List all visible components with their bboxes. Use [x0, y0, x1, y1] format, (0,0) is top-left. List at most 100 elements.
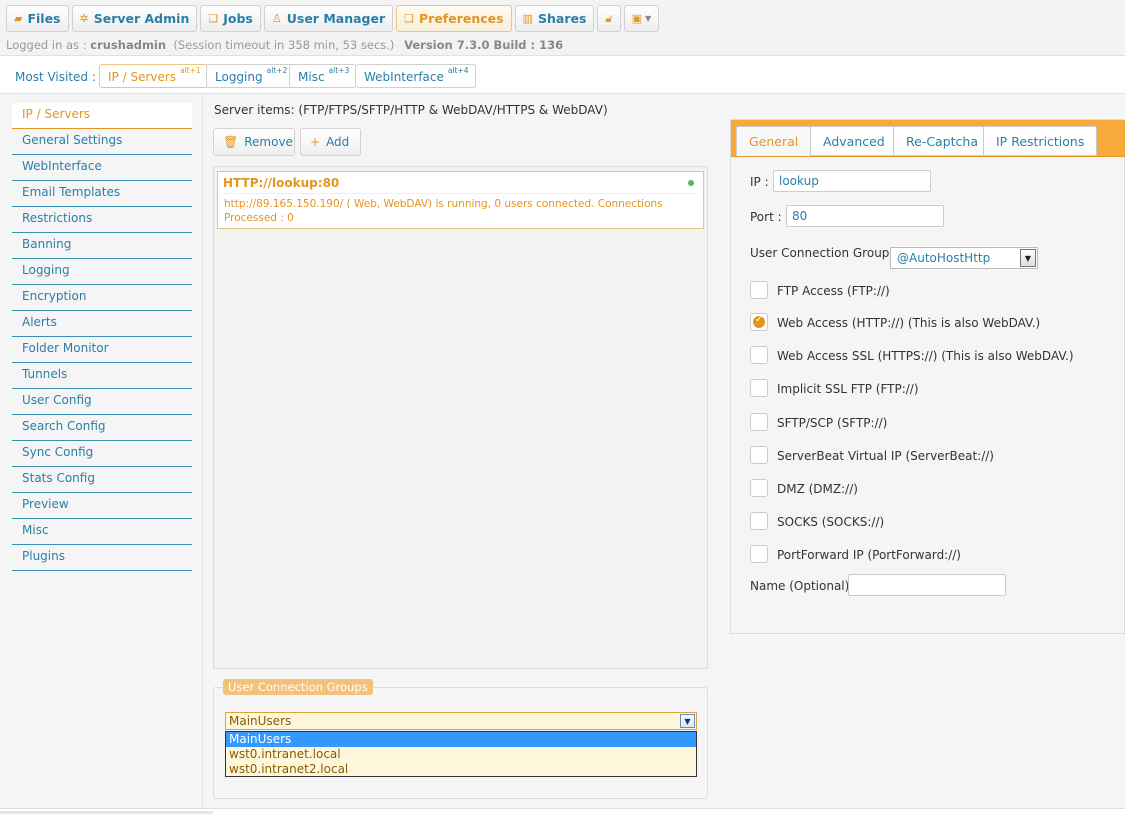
sidebar-item-misc[interactable]: Misc	[12, 519, 192, 545]
server-item[interactable]: HTTP://lookup:80 http://89.165.150.190/ …	[217, 171, 704, 229]
server-admin-button[interactable]: ✲ Server Admin	[71, 5, 198, 32]
image-menu-button[interactable]: ▣ ▼	[623, 5, 660, 32]
mv-tab-logging[interactable]: Logging alt+2	[206, 64, 295, 88]
sidebar-item-plugins[interactable]: Plugins	[12, 545, 192, 571]
username: crushadmin	[90, 38, 167, 52]
sidebar-item-search-config[interactable]: Search Config	[12, 415, 192, 441]
ucg-dropdown-list: MainUsers wst0.intranet.local wst0.intra…	[225, 731, 697, 777]
preferences-icon: ❏	[404, 12, 414, 25]
plus-icon: +	[310, 135, 321, 149]
shares-button[interactable]: ▥ Shares	[514, 5, 595, 32]
ucg-option[interactable]: wst0.intranet2.local	[226, 762, 696, 777]
sidebar-item-restrictions[interactable]: Restrictions	[12, 207, 192, 233]
serverbeat-checkbox[interactable]	[750, 446, 768, 464]
image-icon: ▣	[631, 12, 642, 25]
port-input[interactable]: 80	[786, 205, 944, 227]
session-info: Logged in as : crushadmin (Session timeo…	[6, 38, 564, 52]
user-connection-groups-panel: User Connection Groups MainUsers ▼ MainU…	[213, 679, 708, 799]
tab-general[interactable]: General	[736, 126, 812, 156]
web-access-ssl-checkbox[interactable]	[750, 346, 768, 364]
web-access-checkbox[interactable]	[750, 313, 768, 331]
add-button[interactable]: + Add	[300, 128, 361, 156]
port-label: Port :	[750, 210, 782, 224]
server-items-title: Server items: (FTP/FTPS/SFTP/HTTP & WebD…	[214, 103, 608, 117]
server-settings-panel: General Advanced Re-Captcha IP Restricti…	[730, 119, 1125, 634]
socks-checkbox[interactable]	[750, 512, 768, 530]
sftp-scp-checkbox[interactable]	[750, 413, 768, 431]
ucg-field-select[interactable]: @AutoHostHttp ▼	[890, 247, 1038, 269]
trash-icon: 🗑︎	[223, 135, 239, 149]
web-access-ssl-label: Web Access SSL (HTTPS://) (This is also …	[777, 349, 1074, 363]
mv-tab-misc[interactable]: Misc alt+3	[289, 64, 357, 88]
sidebar-item-general-settings[interactable]: General Settings	[12, 129, 192, 155]
lock-button[interactable]: 🔓︎	[597, 5, 621, 32]
ip-label: IP :	[750, 175, 769, 189]
sidebar-item-tunnels[interactable]: Tunnels	[12, 363, 192, 389]
sidebar-item-ip-servers[interactable]: IP / Servers	[12, 103, 192, 129]
server-list: HTTP://lookup:80 http://89.165.150.190/ …	[213, 166, 708, 669]
files-button[interactable]: ▰ Files	[6, 5, 69, 32]
sidebar-item-folder-monitor[interactable]: Folder Monitor	[12, 337, 192, 363]
sidebar-item-email-templates[interactable]: Email Templates	[12, 181, 192, 207]
mv-tab-webinterface[interactable]: WebInterface alt+4	[355, 64, 476, 88]
name-label: Name (Optional):	[750, 579, 854, 593]
scroll-thumb[interactable]	[0, 811, 213, 814]
folder-icon: ▰	[14, 12, 23, 25]
tab-ip-restrictions[interactable]: IP Restrictions	[983, 126, 1098, 156]
chevron-down-icon[interactable]: ▼	[680, 714, 695, 728]
sidebar-item-stats-config[interactable]: Stats Config	[12, 467, 192, 493]
socks-label: SOCKS (SOCKS://)	[777, 515, 885, 529]
preferences-button[interactable]: ❏ Preferences	[396, 5, 512, 32]
ucg-legend: User Connection Groups	[223, 679, 373, 695]
top-toolbar: ▰ Files ✲ Server Admin ❏ Jobs ♙ User Manager…	[0, 0, 1125, 56]
jobs-button[interactable]: ❏ Jobs	[200, 5, 261, 32]
main-area: IP / Servers General Settings WebInterfa…	[0, 93, 1125, 809]
status-dot-icon	[688, 180, 694, 186]
name-input[interactable]	[848, 574, 1006, 596]
ftp-access-label: FTP Access (FTP://)	[777, 284, 890, 298]
most-visited-bar: Most Visited : IP / Servers alt+1 Logging…	[0, 62, 1125, 92]
sftp-scp-label: SFTP/SCP (SFTP://)	[777, 416, 888, 430]
ucg-select[interactable]: MainUsers ▼	[225, 712, 697, 730]
tab-advanced[interactable]: Advanced	[810, 126, 898, 156]
shares-icon: ▥	[522, 12, 533, 25]
ucg-field-label: User Connection Groups	[750, 246, 896, 260]
column-divider	[202, 94, 203, 809]
sidebar-item-banning[interactable]: Banning	[12, 233, 192, 259]
server-item-name: HTTP://lookup:80	[223, 176, 340, 190]
jobs-icon: ❏	[208, 12, 219, 25]
portforward-checkbox[interactable]	[750, 545, 768, 563]
dmz-checkbox[interactable]	[750, 479, 768, 497]
sidebar: IP / Servers General Settings WebInterfa…	[12, 103, 192, 571]
remove-button[interactable]: 🗑︎ Remove	[213, 128, 295, 156]
tab-re-captcha[interactable]: Re-Captcha	[893, 126, 992, 156]
version: Version 7.3.0 Build : 136	[404, 38, 564, 52]
sidebar-item-sync-config[interactable]: Sync Config	[12, 441, 192, 467]
server-item-status: http://89.165.150.190/ ( Web, WebDAV) is…	[224, 198, 663, 224]
ucg-option[interactable]: wst0.intranet.local	[226, 747, 696, 762]
chevron-down-icon[interactable]: ▼	[1020, 249, 1036, 267]
settings-tabs: General Advanced Re-Captcha IP Restricti…	[731, 120, 1125, 157]
ip-input[interactable]: lookup	[773, 170, 931, 192]
ftp-access-checkbox[interactable]	[750, 281, 768, 299]
dmz-label: DMZ (DMZ://)	[777, 482, 858, 496]
user-manager-button[interactable]: ♙ User Manager	[263, 5, 394, 32]
sidebar-item-alerts[interactable]: Alerts	[12, 311, 192, 337]
most-visited-label: Most Visited :	[15, 70, 96, 84]
portforward-label: PortForward IP (PortForward://)	[777, 548, 961, 562]
sidebar-item-encryption[interactable]: Encryption	[12, 285, 192, 311]
gear-icon: ✲	[79, 12, 89, 25]
main-nav: ▰ Files ✲ Server Admin ❏ Jobs ♙ User Manager…	[6, 5, 662, 32]
sidebar-item-logging[interactable]: Logging	[12, 259, 192, 285]
mv-tab-ip-servers[interactable]: IP / Servers alt+1	[99, 64, 208, 88]
sidebar-item-user-config[interactable]: User Config	[12, 389, 192, 415]
divider	[223, 193, 697, 194]
sidebar-item-preview[interactable]: Preview	[12, 493, 192, 519]
bottom-scrollbar[interactable]	[0, 808, 1125, 825]
implicit-ssl-ftp-checkbox[interactable]	[750, 379, 768, 397]
ucg-option[interactable]: MainUsers	[226, 732, 696, 747]
sidebar-item-webinterface[interactable]: WebInterface	[12, 155, 192, 181]
chevron-down-icon: ▼	[644, 14, 652, 23]
implicit-ssl-ftp-label: Implicit SSL FTP (FTP://)	[777, 382, 919, 396]
serverbeat-label: ServerBeat Virtual IP (ServerBeat://)	[777, 449, 994, 463]
